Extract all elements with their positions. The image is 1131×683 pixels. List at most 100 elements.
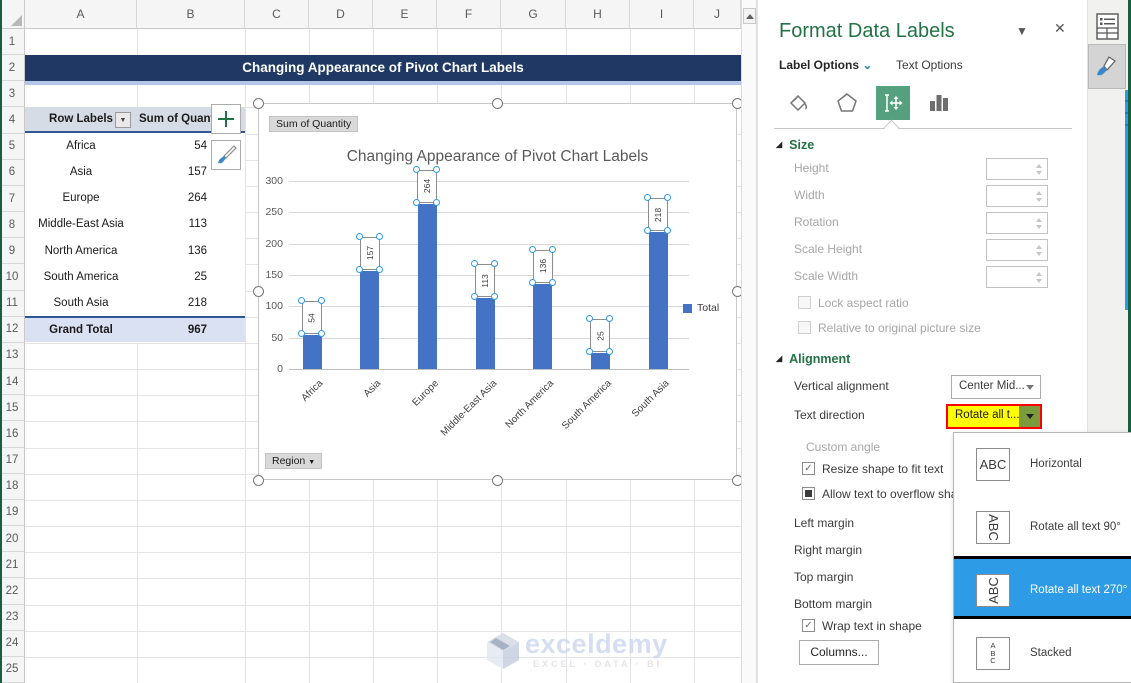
select-all-corner[interactable] [0, 0, 25, 28]
effects-icon[interactable] [832, 88, 862, 118]
label-handle[interactable] [376, 266, 383, 273]
value-field-button[interactable]: Sum of Quantity [269, 116, 358, 132]
chart-selection-handle[interactable] [253, 286, 264, 297]
scroll-up-button[interactable] [743, 8, 756, 24]
pivot-region-cell[interactable]: North America [25, 238, 137, 264]
pivot-value-cell[interactable]: 264 [137, 185, 207, 211]
bar-Africa[interactable] [303, 335, 322, 369]
chart-selection-handle[interactable] [492, 98, 503, 109]
data-label[interactable]: 25 [590, 319, 610, 352]
chart-selection-handle[interactable] [253, 475, 264, 486]
pivot-region-cell[interactable]: Asia [25, 159, 137, 185]
axis-field-button[interactable]: Region ▼ [265, 453, 322, 469]
pivot-fields-pane-icon[interactable] [1096, 13, 1120, 46]
bar-Middle-East Asia[interactable] [476, 298, 495, 369]
label-handle[interactable] [549, 246, 556, 253]
label-handle[interactable] [298, 297, 305, 304]
column-header-H[interactable]: H [566, 0, 630, 28]
bar-North America[interactable] [533, 284, 552, 369]
column-header-B[interactable]: B [137, 0, 245, 28]
overflow-checkbox[interactable] [802, 487, 815, 500]
vertical-alignment-dropdown[interactable]: Center Mid... [951, 375, 1041, 399]
row-header-2[interactable]: 2 [0, 55, 24, 81]
pivot-region-cell[interactable]: Middle-East Asia [25, 211, 137, 237]
row-headers[interactable]: 1234567891011121314151617181920212223242… [0, 29, 25, 683]
pivot-chart[interactable]: Sum of Quantity Changing Appearance of P… [258, 103, 737, 480]
row-header-14[interactable]: 14 [0, 369, 24, 395]
menu-item-abc-rotate-270[interactable]: ABCRotate all text 270° [954, 556, 1131, 619]
label-handle[interactable] [529, 279, 536, 286]
label-handle[interactable] [471, 260, 478, 267]
pivot-region-cell[interactable]: South America [25, 264, 137, 290]
tab-text-options[interactable]: Text Options [896, 58, 963, 72]
row-header-3[interactable]: 3 [0, 81, 24, 107]
label-handle[interactable] [356, 233, 363, 240]
pivot-total-label[interactable]: Grand Total [25, 318, 137, 342]
label-handle[interactable] [318, 297, 325, 304]
wrap-text-checkbox[interactable]: ✓ [802, 619, 815, 632]
pivot-row[interactable]: South Asia218 [25, 290, 245, 316]
pivot-value-cell[interactable]: 25 [137, 264, 207, 290]
label-handle[interactable] [586, 315, 593, 322]
chart-elements-button[interactable] [211, 104, 241, 134]
column-header-I[interactable]: I [630, 0, 694, 28]
label-handle[interactable] [606, 315, 613, 322]
chart-styles-button[interactable] [211, 140, 241, 170]
pivot-row[interactable]: Europe264 [25, 185, 245, 211]
label-handle[interactable] [664, 227, 671, 234]
pivot-value-cell[interactable]: 113 [137, 211, 207, 237]
label-handle[interactable] [529, 246, 536, 253]
pivot-total-row[interactable]: Grand Total967 [25, 316, 245, 342]
row-header-6[interactable]: 6 [0, 160, 24, 186]
row-header-20[interactable]: 20 [0, 526, 24, 552]
size-section-header[interactable]: ◢Size [776, 138, 814, 152]
column-header-E[interactable]: E [373, 0, 437, 28]
pivot-value-cell[interactable]: 157 [137, 159, 207, 185]
label-options-icon[interactable] [924, 88, 954, 118]
row-header-16[interactable]: 16 [0, 421, 24, 447]
data-label[interactable]: 54 [302, 301, 322, 334]
menu-item-abc-stacked[interactable]: ABCStacked [954, 622, 1131, 683]
label-handle[interactable] [433, 166, 440, 173]
label-handle[interactable] [606, 348, 613, 355]
row-header-10[interactable]: 10 [0, 264, 24, 290]
row-header-9[interactable]: 9 [0, 238, 24, 264]
pivot-row[interactable]: Middle-East Asia113 [25, 211, 245, 237]
fill-line-icon[interactable] [782, 88, 812, 118]
menu-item-abc-horizontal[interactable]: ABCHorizontal [954, 433, 1131, 496]
row-header-7[interactable]: 7 [0, 186, 24, 212]
label-handle[interactable] [433, 199, 440, 206]
menu-item-abc-rotate-90[interactable]: ABCRotate all text 90° [954, 496, 1131, 559]
column-header-F[interactable]: F [437, 0, 501, 28]
bar-South America[interactable] [591, 353, 610, 369]
pivot-region-cell[interactable]: Europe [25, 185, 137, 211]
pivot-region-cell[interactable]: Africa [25, 133, 137, 159]
label-handle[interactable] [644, 194, 651, 201]
label-handle[interactable] [318, 330, 325, 337]
row-header-23[interactable]: 23 [0, 605, 24, 631]
row-header-1[interactable]: 1 [0, 29, 24, 55]
data-label[interactable]: 157 [360, 237, 380, 270]
pane-menu-arrow-icon[interactable]: ▼ [1016, 24, 1028, 38]
columns-button[interactable]: Columns... [799, 640, 879, 665]
label-handle[interactable] [356, 266, 363, 273]
row-header-19[interactable]: 19 [0, 500, 24, 526]
column-header-A[interactable]: A [25, 0, 137, 28]
row-header-24[interactable]: 24 [0, 631, 24, 657]
format-pane-tab[interactable] [1088, 44, 1126, 89]
data-label[interactable]: 136 [533, 250, 553, 283]
row-header-18[interactable]: 18 [0, 474, 24, 500]
row-header-17[interactable]: 17 [0, 448, 24, 474]
data-label[interactable]: 218 [648, 198, 668, 231]
pivot-row[interactable]: North America136 [25, 238, 245, 264]
label-handle[interactable] [491, 260, 498, 267]
chart-selection-handle[interactable] [253, 98, 264, 109]
column-headers[interactable]: ABCDEFGHIJ [0, 0, 741, 29]
bar-South Asia[interactable] [649, 232, 668, 369]
bar-Asia[interactable] [360, 271, 379, 369]
column-header-J[interactable]: J [694, 0, 741, 28]
pivot-total-value[interactable]: 967 [137, 318, 207, 342]
column-header-C[interactable]: C [245, 0, 309, 28]
pivot-row[interactable]: South America25 [25, 264, 245, 290]
row-header-5[interactable]: 5 [0, 134, 24, 160]
